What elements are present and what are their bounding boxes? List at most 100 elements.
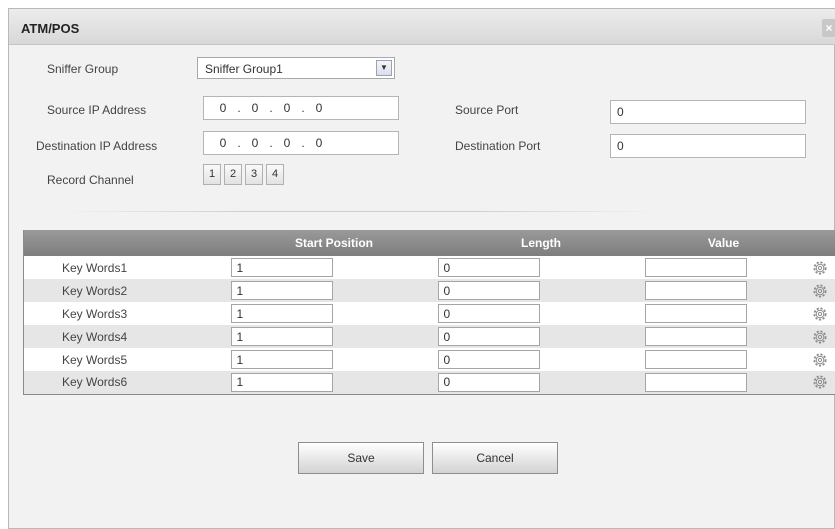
close-icon[interactable]: × <box>822 19 835 37</box>
start-position-input[interactable] <box>230 327 333 346</box>
gear-icon[interactable] <box>812 260 828 276</box>
cancel-button[interactable]: Cancel <box>432 442 558 474</box>
length-input[interactable] <box>437 258 540 277</box>
sniffer-group-label: Sniffer Group <box>47 62 119 76</box>
keyword-name: Key Words2 <box>23 279 231 302</box>
table-row: Key Words5 <box>23 348 835 371</box>
value-cell <box>644 256 803 279</box>
length-input[interactable] <box>437 372 540 392</box>
table-row: Key Words2 <box>23 279 835 302</box>
source-port-input[interactable] <box>610 100 806 124</box>
save-button[interactable]: Save <box>298 442 424 474</box>
value-input[interactable] <box>644 350 747 369</box>
keyword-name: Key Words1 <box>23 256 231 279</box>
ip-dot: . <box>237 136 241 150</box>
ip-octet: 0 <box>251 136 259 150</box>
header-cell: Start Position <box>230 230 438 256</box>
start-position-input[interactable] <box>230 350 333 369</box>
ip-octet: 0 <box>283 136 291 150</box>
settings-cell <box>802 325 835 348</box>
value-cell <box>644 325 803 348</box>
keyword-name: Key Words3 <box>23 302 231 325</box>
gear-icon[interactable] <box>812 306 828 322</box>
settings-cell <box>802 302 835 325</box>
settings-cell <box>802 348 835 371</box>
ip-dot: . <box>301 101 305 115</box>
keyword-name: Key Words5 <box>23 348 231 371</box>
gear-icon[interactable] <box>812 374 828 390</box>
source-ip-label: Source IP Address <box>47 103 147 117</box>
settings-cell <box>802 371 835 394</box>
channel-button-4[interactable]: 4 <box>266 164 284 185</box>
length-cell <box>437 348 645 371</box>
length-cell <box>437 325 645 348</box>
source-ip-input[interactable]: 0. 0. 0. 0 <box>203 96 399 120</box>
keyword-name: Key Words6 <box>23 371 231 394</box>
table-row: Key Words1 <box>23 256 835 279</box>
start-cell <box>230 325 438 348</box>
table-row: Key Words3 <box>23 302 835 325</box>
header-cell <box>802 230 835 256</box>
dialog-title: ATM/POS <box>21 21 80 36</box>
ip-dot: . <box>269 136 273 150</box>
gear-icon[interactable] <box>812 283 828 299</box>
header-cell: Length <box>437 230 645 256</box>
dialog-titlebar: ATM/POS × <box>9 9 835 45</box>
value-input[interactable] <box>644 372 747 392</box>
keywords-table: Start Position Length Value Key Words1 K… <box>23 230 835 395</box>
length-cell <box>437 371 645 394</box>
start-cell <box>230 256 438 279</box>
ip-dot: . <box>301 136 305 150</box>
channel-button-3[interactable]: 3 <box>245 164 263 185</box>
ip-dot: . <box>269 101 273 115</box>
destination-ip-label: Destination IP Address <box>36 139 158 153</box>
length-cell <box>437 256 645 279</box>
length-input[interactable] <box>437 304 540 323</box>
header-cell: Value <box>644 230 803 256</box>
ip-octet: 0 <box>219 136 227 150</box>
length-cell <box>437 302 645 325</box>
sniffer-group-value: Sniffer Group1 <box>205 62 283 76</box>
start-position-input[interactable] <box>230 304 333 323</box>
start-cell <box>230 302 438 325</box>
destination-ip-input[interactable]: 0. 0. 0. 0 <box>203 131 399 155</box>
length-input[interactable] <box>437 350 540 369</box>
ip-dot: . <box>237 101 241 115</box>
value-cell <box>644 302 803 325</box>
channel-button-2[interactable]: 2 <box>224 164 242 185</box>
gear-icon[interactable] <box>812 329 828 345</box>
record-channel-label: Record Channel <box>47 173 134 187</box>
start-position-input[interactable] <box>230 258 333 277</box>
table-row: Key Words6 <box>23 371 835 394</box>
settings-cell <box>802 256 835 279</box>
value-cell <box>644 279 803 302</box>
destination-port-label: Destination Port <box>455 139 541 153</box>
length-input[interactable] <box>437 327 540 346</box>
start-cell <box>230 371 438 394</box>
value-input[interactable] <box>644 258 747 277</box>
value-input[interactable] <box>644 327 747 346</box>
length-input[interactable] <box>437 281 540 300</box>
start-cell <box>230 348 438 371</box>
ip-octet: 0 <box>283 101 291 115</box>
ip-octet: 0 <box>315 101 323 115</box>
section-divider <box>60 211 660 212</box>
ip-octet: 0 <box>251 101 259 115</box>
ip-octet: 0 <box>219 101 227 115</box>
settings-cell <box>802 279 835 302</box>
chevron-down-icon[interactable]: ▼ <box>376 60 392 76</box>
start-position-input[interactable] <box>230 372 333 392</box>
channel-button-1[interactable]: 1 <box>203 164 221 185</box>
gear-icon[interactable] <box>812 352 828 368</box>
ip-octet: 0 <box>315 136 323 150</box>
length-cell <box>437 279 645 302</box>
sniffer-group-select[interactable]: Sniffer Group1 ▼ <box>197 57 395 79</box>
start-cell <box>230 279 438 302</box>
start-position-input[interactable] <box>230 281 333 300</box>
value-input[interactable] <box>644 281 747 300</box>
value-input[interactable] <box>644 304 747 323</box>
destination-port-input[interactable] <box>610 134 806 158</box>
value-cell <box>644 371 803 394</box>
keyword-name: Key Words4 <box>23 325 231 348</box>
table-row: Key Words4 <box>23 325 835 348</box>
